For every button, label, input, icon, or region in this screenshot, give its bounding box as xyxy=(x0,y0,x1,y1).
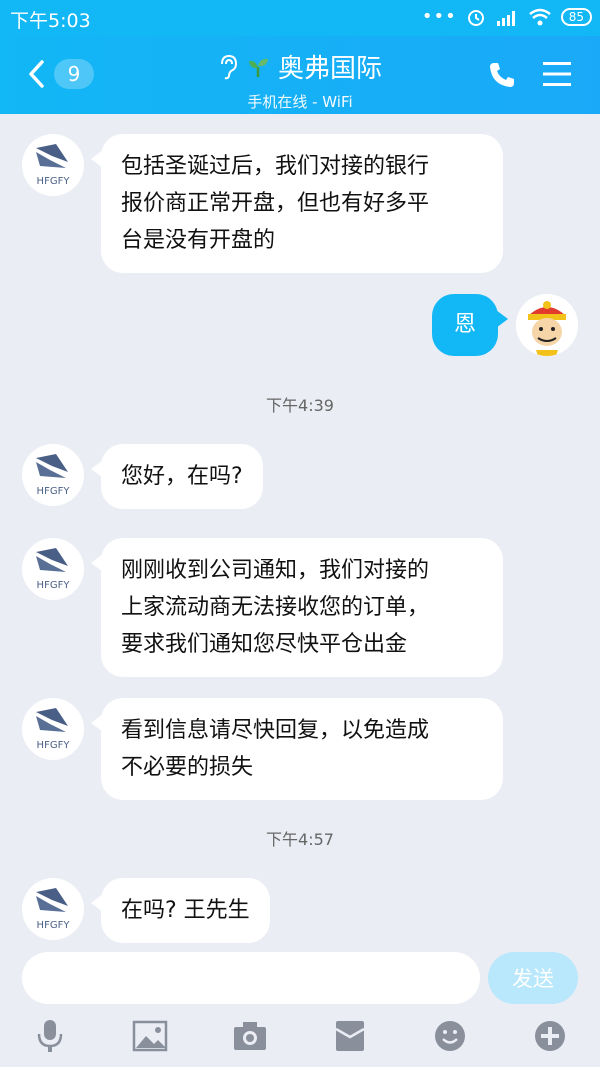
input-toolbar xyxy=(0,1016,600,1060)
wifi-icon xyxy=(528,8,551,25)
message-line: 您好，在吗? xyxy=(121,464,243,489)
message-bubble[interactable]: 刚刚收到公司通知，我们对接的 上家流动商无法接收您的订单， 要求我们通知您尽快平… xyxy=(91,538,503,677)
message-list[interactable]: HFGFY 包括圣诞过后，我们对接的银行 报价商正常开盘，但也有好多平 台是没有… xyxy=(0,114,600,944)
sprout-icon xyxy=(248,58,268,77)
my-avatar[interactable] xyxy=(516,294,578,356)
message-line: 台是没有开盘的 xyxy=(121,228,276,253)
status-icons: ••• 85 xyxy=(422,6,592,27)
contact-avatar[interactable]: HFGFY xyxy=(22,878,84,940)
message-line: 看到信息请尽快回复，以免造成 xyxy=(121,718,430,743)
dots-icon: ••• xyxy=(421,6,457,27)
plus-icon[interactable] xyxy=(530,1016,570,1056)
microphone-icon[interactable] xyxy=(30,1016,70,1056)
hd-signal-icon xyxy=(496,10,515,26)
contact-avatar[interactable]: HFGFY xyxy=(22,134,84,196)
status-bar: 下午5:03 ••• 85 xyxy=(0,0,600,36)
status-time: 下午5:03 xyxy=(10,10,91,32)
contact-avatar[interactable]: HFGFY xyxy=(22,538,84,600)
message-line: 要求我们通知您尽快平仓出金 xyxy=(121,632,408,657)
message-line: 不必要的损失 xyxy=(121,755,254,780)
camera-icon[interactable] xyxy=(230,1016,270,1056)
timestamp: 下午4:39 xyxy=(266,396,334,415)
avatar-text: HFGFY xyxy=(37,486,71,497)
input-bar: 发送 xyxy=(0,944,600,1067)
page-title: 奥弗国际 xyxy=(277,54,382,84)
send-button[interactable]: 发送 xyxy=(488,952,578,1004)
message-bubble[interactable]: 您好，在吗? xyxy=(91,444,263,509)
message-bubble[interactable]: 包括圣诞过后，我们对接的银行 报价商正常开盘，但也有好多平 台是没有开盘的 xyxy=(91,134,503,273)
avatar-text: HFGFY xyxy=(37,580,71,591)
avatar-text: HFGFY xyxy=(37,920,71,931)
battery-icon: 85 xyxy=(560,7,592,26)
contact-avatar[interactable]: HFGFY xyxy=(22,444,84,506)
message-bubble[interactable]: 在吗? 王先生 xyxy=(91,878,270,943)
red-packet-icon[interactable] xyxy=(330,1016,370,1056)
image-icon[interactable] xyxy=(130,1016,170,1056)
online-status: 手机在线 - WiFi xyxy=(247,93,353,111)
chat-header: 9 奥弗国际 手机在线 - WiFi xyxy=(0,36,600,114)
message-input[interactable] xyxy=(22,952,480,1004)
avatar-text: HFGFY xyxy=(37,740,71,751)
message-line: 恩 xyxy=(453,312,476,337)
contact-avatar[interactable]: HFGFY xyxy=(22,698,84,760)
phone-icon[interactable] xyxy=(487,60,517,90)
ear-icon xyxy=(220,54,237,79)
avatar-text: HFGFY xyxy=(37,176,71,187)
message-line: 报价商正常开盘，但也有好多平 xyxy=(121,191,430,216)
sent-message-bubble[interactable]: 恩 xyxy=(432,294,508,356)
timestamp: 下午4:57 xyxy=(266,830,334,849)
message-line: 在吗? 王先生 xyxy=(121,898,250,923)
message-bubble[interactable]: 看到信息请尽快回复，以免造成 不必要的损失 xyxy=(91,698,503,800)
menu-icon[interactable] xyxy=(542,60,572,88)
alarm-icon xyxy=(467,9,484,26)
message-line: 包括圣诞过后，我们对接的银行 xyxy=(121,154,430,179)
message-line: 刚刚收到公司通知，我们对接的 xyxy=(121,558,430,583)
emoji-icon[interactable] xyxy=(430,1016,470,1056)
message-line: 上家流动商无法接收您的订单， xyxy=(121,595,430,620)
